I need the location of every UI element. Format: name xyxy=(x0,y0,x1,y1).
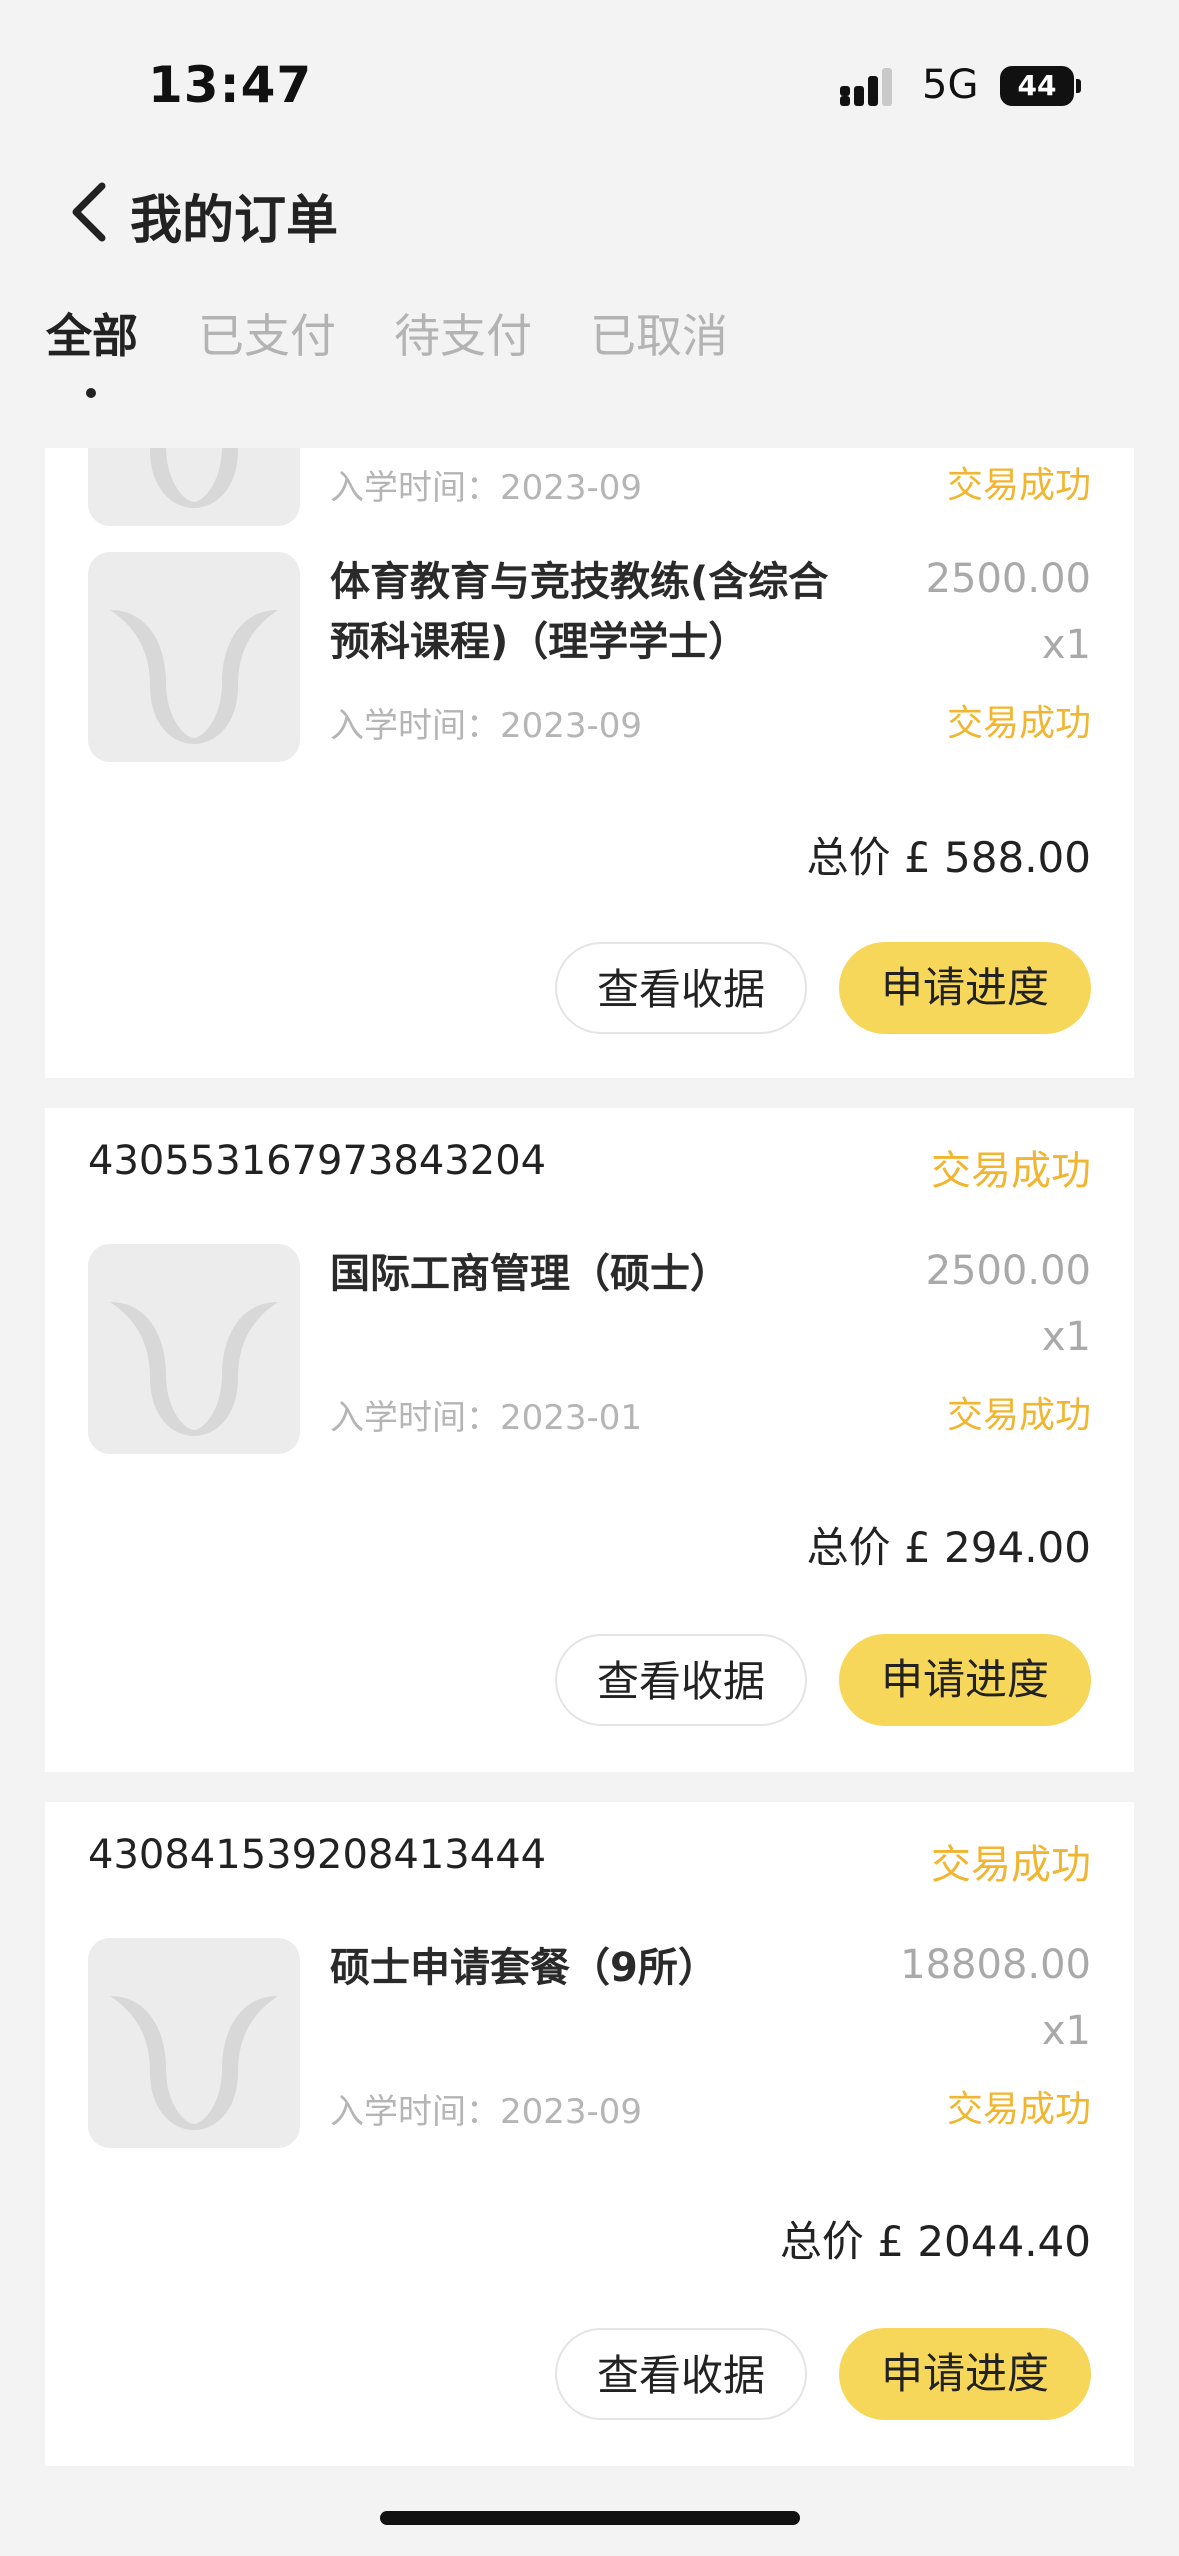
enrollment-date: 入学时间：2023-09 xyxy=(330,706,643,746)
enrollment-date: 入学时间：2023-09 xyxy=(330,2092,643,2132)
order-total: 总价 £ 588.00 xyxy=(806,833,1091,882)
application-progress-button[interactable]: 申请进度 xyxy=(839,2328,1091,2420)
status-bar: 13:47 5G 44 xyxy=(0,0,1179,170)
item-status: 交易成功 xyxy=(946,703,1091,744)
product-thumbnail[interactable] xyxy=(88,1244,300,1454)
battery-icon: 44 xyxy=(1000,66,1081,106)
product-quantity: x1 xyxy=(1041,622,1091,668)
view-receipt-button[interactable]: 查看收据 xyxy=(555,1634,807,1726)
order-status: 交易成功 xyxy=(931,1842,1091,1888)
battery-cap xyxy=(1076,79,1081,93)
page-title: 我的订单 xyxy=(130,191,339,251)
application-progress-button[interactable]: 申请进度 xyxy=(839,942,1091,1034)
order-total: 总价 £ 294.00 xyxy=(806,1523,1091,1572)
item-status: 交易成功 xyxy=(946,1395,1091,1436)
product-thumbnail[interactable] xyxy=(88,552,300,762)
product-name[interactable]: 体育教育与竞技教练(含综合预科课程)（理学学士） xyxy=(330,552,850,672)
tab-paid[interactable]: 已支付 xyxy=(198,300,336,366)
home-indicator[interactable] xyxy=(380,2511,800,2525)
product-price: 2500.00 xyxy=(925,1248,1091,1294)
status-time: 13:47 xyxy=(148,56,313,114)
product-thumbnail[interactable] xyxy=(88,1938,300,2148)
tab-all[interactable]: 全部 xyxy=(46,300,138,366)
order-status: 交易成功 xyxy=(931,1148,1091,1194)
view-receipt-button[interactable]: 查看收据 xyxy=(555,942,807,1034)
enrollment-date: 入学时间：2023-01 xyxy=(330,1398,643,1438)
product-price: 18808.00 xyxy=(900,1942,1091,1988)
product-name[interactable]: 国际工商管理（硕士） xyxy=(330,1244,850,1304)
network-type: 5G xyxy=(922,62,979,108)
back-arrow-icon[interactable] xyxy=(66,180,110,244)
order-number: 430841539208413444 xyxy=(88,1832,547,1878)
university-logo-icon xyxy=(149,448,239,508)
item-status: 交易成功 xyxy=(946,2089,1091,2130)
product-price: 2500.00 xyxy=(925,556,1091,602)
order-list[interactable]: 入学时间：2023-09 交易成功 体育教育与竞技教练(含综合预科课程)（理学学… xyxy=(0,448,1179,2556)
item-status: 交易成功 xyxy=(946,465,1091,506)
view-receipt-button[interactable]: 查看收据 xyxy=(555,2328,807,2420)
tab-cancelled[interactable]: 已取消 xyxy=(590,300,728,366)
university-logo-icon xyxy=(110,1996,278,2130)
application-progress-button[interactable]: 申请进度 xyxy=(839,1634,1091,1726)
product-quantity: x1 xyxy=(1041,1314,1091,1360)
order-card: 430841539208413444 交易成功 硕士申请套餐（9所） 18808… xyxy=(45,1802,1134,2466)
university-logo-icon xyxy=(110,1302,278,1436)
enrollment-date: 入学时间：2023-09 xyxy=(330,468,643,508)
order-number: 430553167973843204 xyxy=(88,1138,547,1184)
product-quantity: x1 xyxy=(1041,2008,1091,2054)
order-card: 入学时间：2023-09 交易成功 体育教育与竞技教练(含综合预科课程)（理学学… xyxy=(45,448,1134,1078)
university-logo-icon xyxy=(110,610,278,744)
cellular-signal-icon xyxy=(840,68,892,106)
product-name[interactable]: 硕士申请套餐（9所） xyxy=(330,1938,850,1998)
tab-active-indicator xyxy=(86,388,96,398)
order-total: 总价 £ 2044.40 xyxy=(779,2217,1091,2266)
order-card: 430553167973843204 交易成功 国际工商管理（硕士） 2500.… xyxy=(45,1108,1134,1772)
tab-pending[interactable]: 待支付 xyxy=(394,300,532,366)
battery-level: 44 xyxy=(1000,66,1074,106)
product-thumbnail[interactable] xyxy=(88,448,300,526)
